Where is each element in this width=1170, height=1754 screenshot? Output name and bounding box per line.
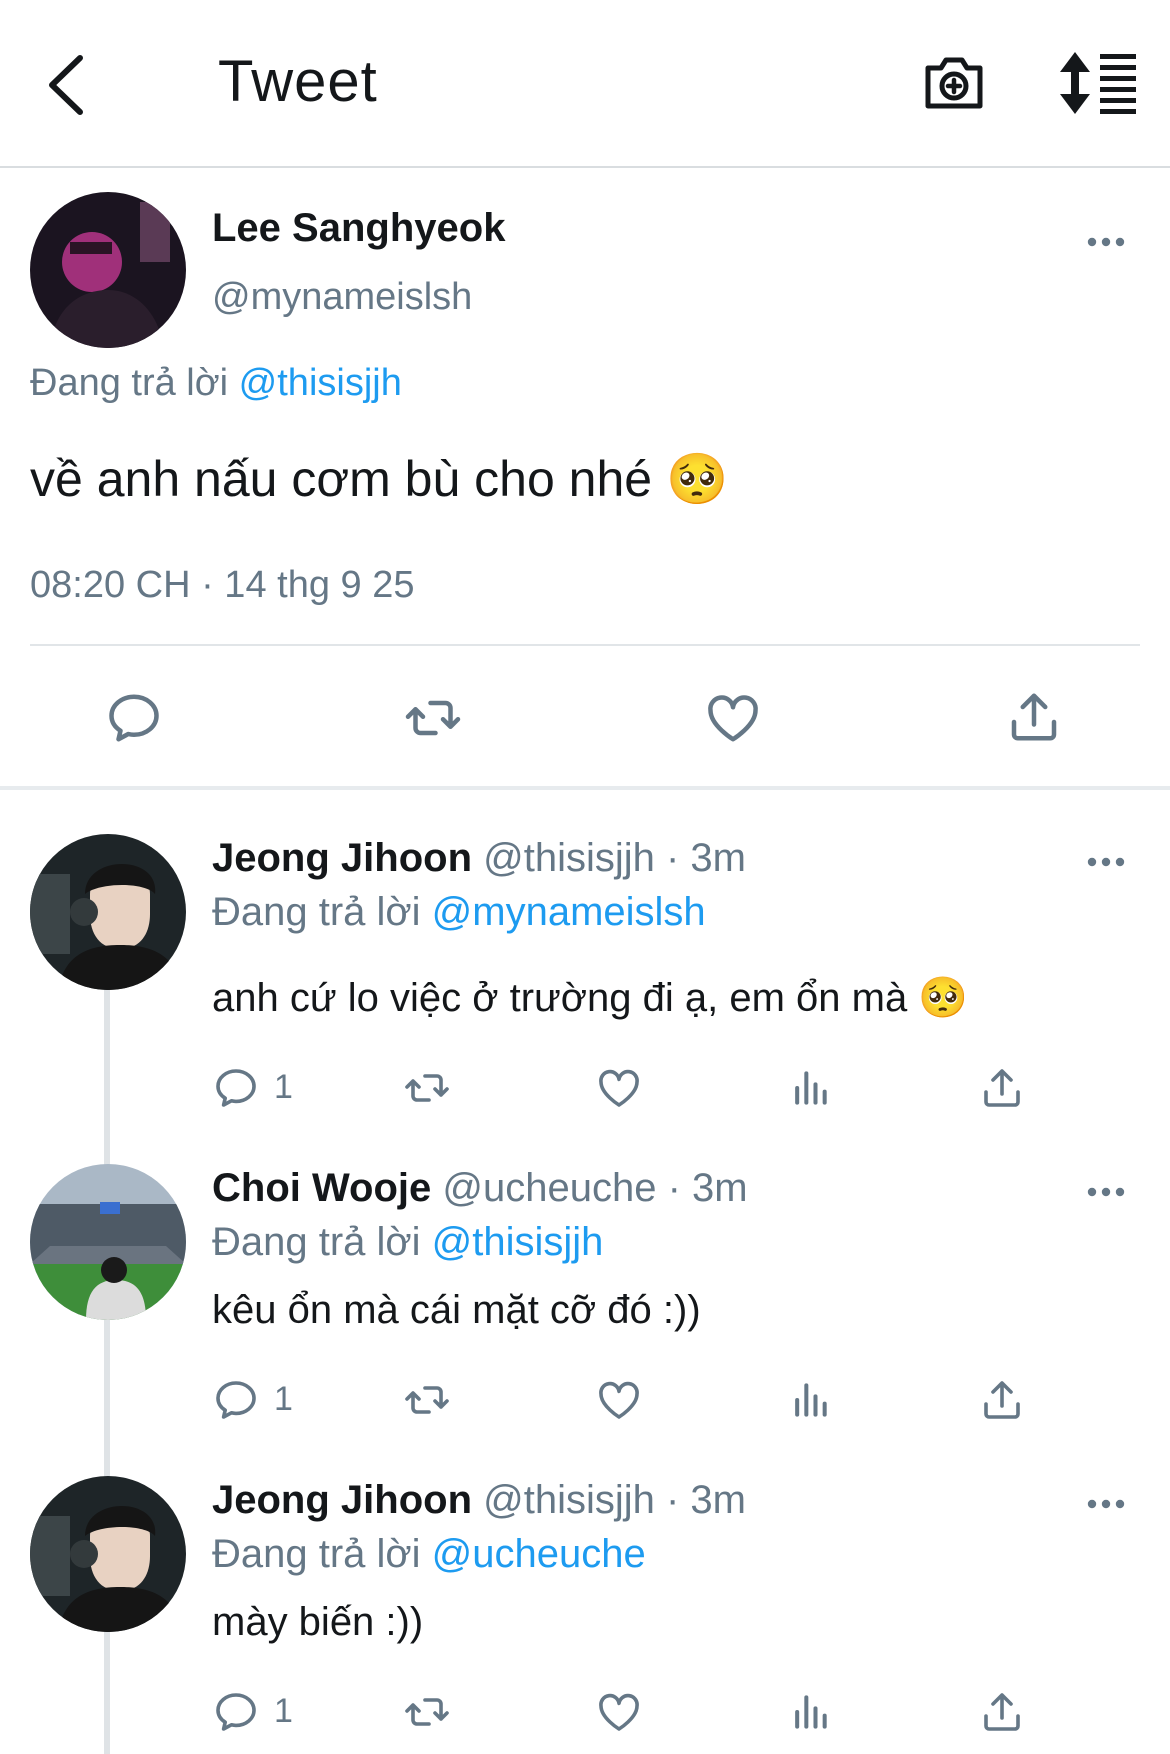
avatar[interactable] [30, 1476, 186, 1632]
top-bar: Tweet [0, 0, 1170, 168]
reply-actions: 1 [212, 1064, 1032, 1114]
reply-header: Jeong Jihoon @thisisjjh · 3m [212, 1478, 746, 1523]
reply-icon[interactable] [212, 1376, 260, 1424]
sort-icon[interactable] [1060, 50, 1138, 116]
section-separator [0, 786, 1170, 790]
more-icon[interactable] [1086, 236, 1126, 248]
divider [30, 644, 1140, 646]
reply-to-link[interactable]: @ucheuche [432, 1532, 646, 1576]
reply-context: Đang trả lời @mynameislsh [212, 890, 706, 935]
avatar[interactable] [30, 834, 186, 990]
avatar[interactable] [30, 1164, 186, 1320]
reply-author-name[interactable]: Jeong Jihoon [212, 1478, 472, 1522]
analytics-icon[interactable] [788, 1376, 832, 1424]
reply-prefix: Đang trả lời [212, 890, 421, 934]
reply-handle-time[interactable]: @thisisjjh · 3m [483, 836, 746, 880]
reply-context: Đang trả lời @thisisjjh [30, 362, 402, 405]
reply-icon[interactable] [104, 688, 164, 748]
reply-to-link[interactable]: @thisisjjh [239, 362, 402, 404]
reply-handle-time[interactable]: @ucheuche · 3m [442, 1166, 747, 1210]
reply-prefix: Đang trả lời [30, 362, 229, 404]
reply-prefix: Đang trả lời [212, 1532, 421, 1576]
reply-context: Đang trả lời @ucheuche [212, 1532, 646, 1577]
reply-text: anh cứ lo việc ở trường đi ạ, em ổn mà 🥺 [212, 976, 969, 1020]
more-icon[interactable] [1086, 1498, 1126, 1510]
reply-author-name[interactable]: Jeong Jihoon [212, 836, 472, 880]
reply-header: Jeong Jihoon @thisisjjh · 3m [212, 836, 746, 881]
like-icon[interactable] [702, 688, 764, 748]
like-icon[interactable] [594, 1376, 644, 1424]
reply-prefix: Đang trả lời [212, 1220, 421, 1264]
more-icon[interactable] [1086, 1186, 1126, 1198]
reply-icon[interactable] [212, 1064, 260, 1112]
avatar[interactable] [30, 192, 186, 348]
camera-plus-icon[interactable] [922, 50, 986, 114]
reply-handle-time[interactable]: @thisisjjh · 3m [483, 1478, 746, 1522]
reply-count: 1 [274, 1380, 293, 1418]
tweet-timestamp[interactable]: 08:20 CH · 14 thg 9 25 [30, 564, 414, 607]
like-icon[interactable] [594, 1064, 644, 1112]
share-icon[interactable] [978, 1688, 1026, 1736]
reply-text: mày biến :)) [212, 1600, 424, 1644]
reply-header: Choi Wooje @ucheuche · 3m [212, 1166, 748, 1211]
reply-author-name[interactable]: Choi Wooje [212, 1166, 431, 1210]
like-icon[interactable] [594, 1688, 644, 1736]
reply-text: kêu ổn mà cái mặt cỡ đó :)) [212, 1288, 701, 1332]
retweet-icon[interactable] [400, 1688, 454, 1736]
author-handle[interactable]: @mynameislsh [212, 276, 472, 319]
tweet-text: về anh nấu cơm bù cho nhé 🥺 [30, 451, 729, 507]
retweet-icon[interactable] [400, 1376, 454, 1424]
thread-line [104, 988, 110, 1754]
share-icon[interactable] [1004, 686, 1064, 748]
reply-count: 1 [274, 1692, 293, 1730]
retweet-icon[interactable] [400, 1064, 454, 1112]
back-arrow-icon[interactable] [44, 52, 94, 118]
retweet-icon[interactable] [400, 688, 466, 748]
share-icon[interactable] [978, 1064, 1026, 1112]
reply-icon[interactable] [212, 1688, 260, 1736]
reply-context: Đang trả lời @thisisjjh [212, 1220, 603, 1265]
reply-actions: 1 [212, 1376, 1032, 1426]
page-title: Tweet [218, 49, 378, 114]
reply-to-link[interactable]: @mynameislsh [432, 890, 706, 934]
analytics-icon[interactable] [788, 1064, 832, 1112]
reply-actions: 1 [212, 1688, 1032, 1738]
reply-count: 1 [274, 1068, 293, 1106]
author-name[interactable]: Lee Sanghyeok [212, 206, 505, 251]
reply-to-link[interactable]: @thisisjjh [432, 1220, 604, 1264]
more-icon[interactable] [1086, 856, 1126, 868]
share-icon[interactable] [978, 1376, 1026, 1424]
analytics-icon[interactable] [788, 1688, 832, 1736]
